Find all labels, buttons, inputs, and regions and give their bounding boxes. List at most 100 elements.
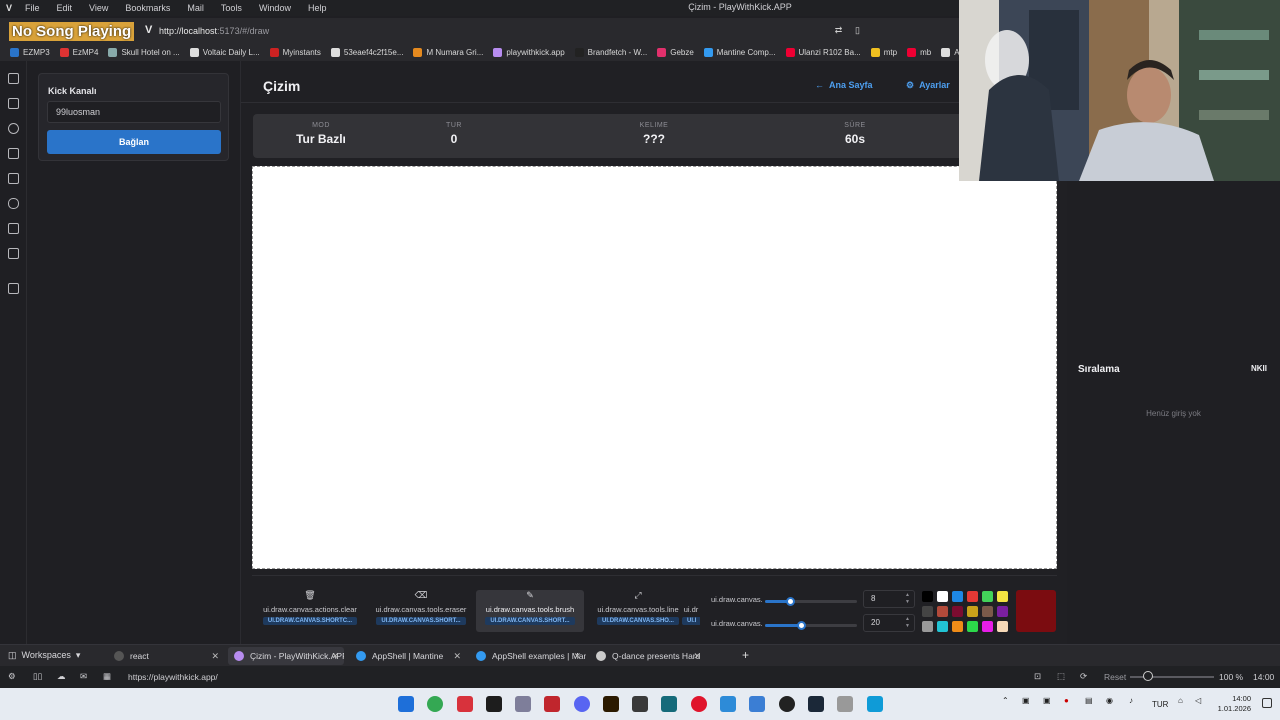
slider-track[interactable] [765,597,857,606]
close-tab-icon[interactable]: ✕ [331,647,339,665]
home-link[interactable]: ← Ana Sayfa [815,80,873,90]
color-swatch[interactable] [937,591,948,602]
volume-icon[interactable]: ◁ [1195,696,1201,705]
color-swatch[interactable] [982,591,993,602]
color-swatch[interactable] [952,606,963,617]
discord-icon[interactable] [574,696,590,712]
browser-tab[interactable]: Çizim - PlayWithKick.APP ✕ [228,647,344,665]
slider-thumb[interactable] [785,597,795,606]
obs-icon[interactable] [779,696,795,712]
color-swatch[interactable] [967,621,978,632]
color-swatch[interactable] [982,606,993,617]
current-color-swatch[interactable] [1016,590,1056,632]
browser-tab[interactable]: Q-dance presents Hard ✕ [590,647,706,665]
site-info-icon[interactable]: V [145,24,152,36]
brush-size-slider[interactable]: ui.draw.canvas. [711,594,857,608]
tiling-icon[interactable]: ▯▯ [33,671,42,682]
bookmark-item[interactable]: mtp [870,48,897,57]
color-swatch[interactable] [922,621,933,632]
network-icon[interactable]: ⌂ [1178,696,1183,705]
bookmark-item[interactable]: Gebze [657,48,694,57]
color-swatch[interactable] [952,591,963,602]
bookmarks-panel-icon[interactable] [8,73,19,84]
color-swatch[interactable] [922,591,933,602]
eraser-size-input[interactable]: 20 ▲ ▼ [863,614,915,632]
bookmark-item[interactable]: Voltaic Daily L... [189,48,260,57]
tray-app-icon[interactable]: ▣ [1022,696,1030,705]
tool-button[interactable]: ✎ ui.draw.canvas.tools.brush UI.DRAW.CANVA… [476,590,584,632]
bookmark-icon[interactable]: ▯ [851,24,864,37]
vivaldi-icon[interactable] [457,696,473,712]
settings-link[interactable]: ⚙ Ayarlar [906,80,950,91]
color-swatch[interactable] [937,621,948,632]
translate-icon[interactable]: ⇄ [832,24,845,37]
explorer-icon[interactable] [720,696,736,712]
app-icon[interactable] [632,696,648,712]
brush-size-input[interactable]: 8 ▲ ▼ [863,590,915,608]
terminal-icon[interactable] [486,696,502,712]
close-tab-icon[interactable]: ✕ [453,647,461,665]
notifications-icon[interactable] [1262,698,1272,708]
postgres-icon[interactable] [515,696,531,712]
tray-app-icon[interactable]: ▤ [1085,696,1093,705]
zoom-slider-thumb[interactable] [1143,671,1153,681]
tray-app-icon[interactable]: ● [1064,696,1069,705]
app-icon[interactable] [661,696,677,712]
taskbar-clock[interactable]: 14:00 1.01.2026 [1215,694,1251,714]
chrome-icon[interactable] [427,696,443,712]
slider-thumb[interactable] [796,621,806,630]
bookmark-item[interactable]: M Numara Gri... [413,48,483,57]
app-icon[interactable] [837,696,853,712]
bookmark-item[interactable]: Skull Hotel on ... [108,48,180,57]
page-actions-icon[interactable]: ⟳ [1080,671,1087,682]
color-swatch[interactable] [997,591,1008,602]
steam-icon[interactable] [808,696,824,712]
add-panel-icon[interactable] [8,283,19,294]
capture-icon[interactable]: ⊡ [1034,671,1041,682]
bookmark-item[interactable]: Brandfetch - W... [574,48,647,57]
bookmark-item[interactable]: 53eaef4c2f15e... [330,48,403,57]
color-swatch[interactable] [982,621,993,632]
app-icon[interactable] [691,696,707,712]
panel-toggle-icon[interactable]: ⚙ [8,671,16,682]
kick-channel-input[interactable]: 99luosman [47,101,221,123]
translate-panel-icon[interactable] [8,173,19,184]
mic-icon[interactable]: ♪ [1129,696,1133,705]
eraser-size-slider[interactable]: ui.draw.canvas. [711,618,857,632]
filezilla-icon[interactable] [544,696,560,712]
mail-panel-icon[interactable] [8,248,19,259]
start-icon[interactable] [398,696,414,712]
close-tab-icon[interactable]: ✕ [693,647,701,665]
browser-tab[interactable]: AppShell examples | Mantine✕ [470,647,586,665]
stepper-icon[interactable]: ▲ ▼ [905,592,910,606]
drawing-canvas[interactable] [252,166,1057,569]
close-tab-icon[interactable]: ✕ [211,647,219,665]
app-icon[interactable] [749,696,765,712]
zoom-reset-button[interactable]: Reset [1104,672,1126,682]
tray-app-icon[interactable]: ▣ [1043,696,1051,705]
bookmark-item[interactable]: Ulanzi R102 Ba... [785,48,861,57]
color-swatch[interactable] [937,606,948,617]
color-swatch[interactable] [967,591,978,602]
browser-tab[interactable]: react ✕ [108,647,224,665]
close-tab-icon[interactable]: ✕ [573,647,581,665]
bookmark-item[interactable]: mb [907,48,931,57]
downloads-panel-icon[interactable] [8,98,19,109]
history-panel-icon[interactable] [8,123,19,134]
reading-list-icon[interactable] [8,223,19,234]
color-swatch[interactable] [967,606,978,617]
tool-button[interactable]: ⌫ ui.draw.canvas.tools.eraser UI.DRAW.CANV… [367,590,475,632]
tool-button[interactable]: 🗑 ui.draw.canvas.actions.clear UI.DRAW.CAN… [256,590,364,632]
bookmark-item[interactable]: EZMP3 [10,48,50,57]
calendar-icon[interactable]: ▦ [103,671,111,682]
bookmark-item[interactable]: Mantine Comp... [703,48,776,57]
bookmark-item[interactable]: EzMP4 [59,48,98,57]
workspaces-button[interactable]: ◫ Workspaces ▾ [8,650,80,661]
color-swatch[interactable] [997,606,1008,617]
color-swatch[interactable] [922,606,933,617]
color-swatch[interactable] [997,621,1008,632]
tiling-toggle-icon[interactable]: ⬚ [1057,671,1065,682]
language-indicator[interactable]: TUR [1152,700,1168,709]
notes-panel-icon[interactable] [8,148,19,159]
notepad-icon[interactable] [867,696,883,712]
